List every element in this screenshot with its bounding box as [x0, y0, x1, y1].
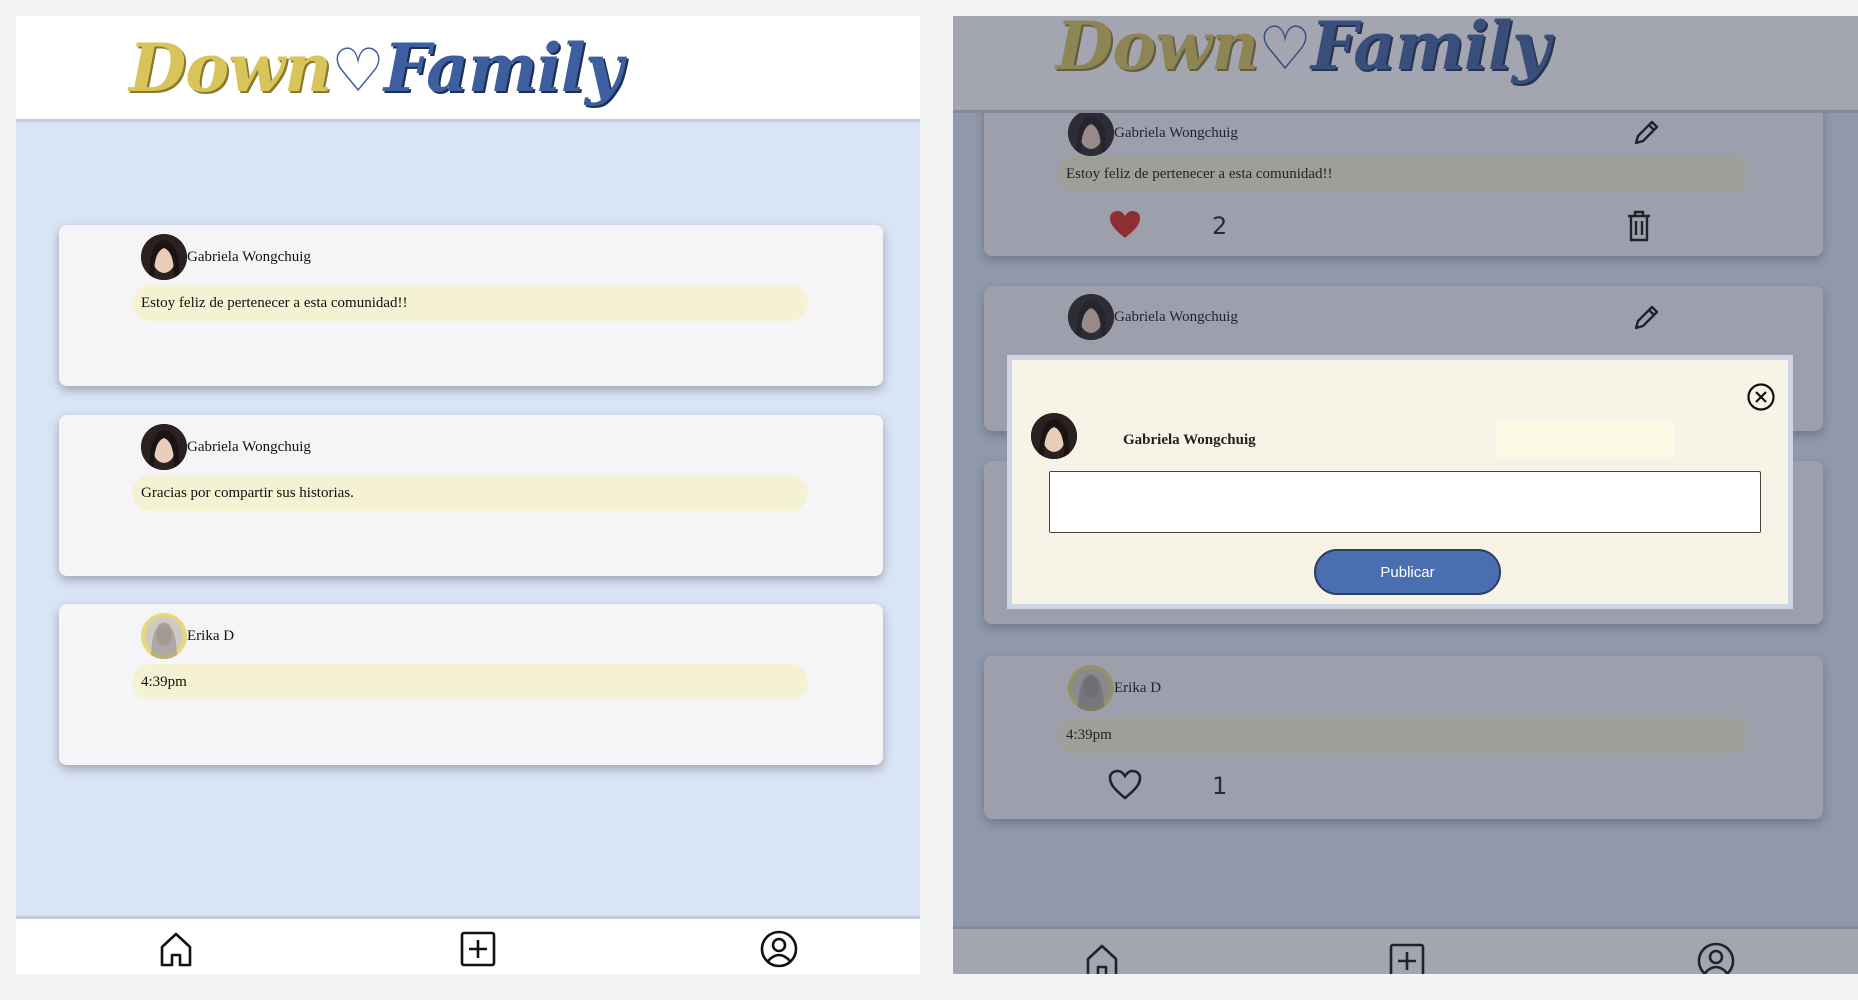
post-author: Gabriela Wongchuig	[141, 234, 311, 280]
add-post-icon[interactable]	[458, 929, 498, 969]
logo-text-family: Family	[383, 29, 623, 107]
feed-screen-with-modal: Down♡Family Gabriela Wongchuig Estoy fel…	[953, 16, 1858, 974]
avatar	[141, 424, 187, 470]
post-card: Erika D 4:39pm	[59, 604, 883, 765]
profile-icon[interactable]	[759, 929, 799, 969]
post-card: Gabriela Wongchuig Estoy feliz de perten…	[59, 225, 883, 386]
author-name: Gabriela Wongchuig	[187, 248, 311, 265]
post-text-input[interactable]	[1049, 471, 1761, 533]
avatar	[141, 234, 187, 280]
publish-button[interactable]: Publicar	[1314, 549, 1501, 595]
modal-author-name: Gabriela Wongchuig	[1123, 432, 1256, 448]
post-card: Gabriela Wongchuig Gracias por compartir…	[59, 415, 883, 576]
avatar	[1031, 413, 1077, 459]
logo: Down♡Family	[129, 18, 623, 118]
post-author: Erika D	[141, 613, 234, 659]
feed-screen: Down♡Family Gabriela Wongchuig Estoy fel…	[16, 16, 920, 974]
logo-heart: ♡	[331, 36, 385, 106]
logo-text-down: Down	[129, 29, 332, 107]
post-option-field[interactable]	[1496, 421, 1674, 457]
post-author: Gabriela Wongchuig	[141, 424, 311, 470]
app-header: Down♡Family	[16, 16, 920, 122]
home-icon[interactable]	[156, 929, 196, 969]
bottom-nav	[16, 916, 920, 974]
edit-post-modal: Gabriela Wongchuig Publicar	[1007, 355, 1793, 609]
close-icon[interactable]	[1746, 382, 1776, 412]
avatar	[141, 613, 187, 659]
post-text: Gracias por compartir sus historias.	[132, 475, 808, 511]
post-text: Estoy feliz de pertenecer a esta comunid…	[132, 285, 808, 321]
post-text: 4:39pm	[132, 664, 808, 700]
author-name: Gabriela Wongchuig	[187, 438, 311, 455]
author-name: Erika D	[187, 627, 235, 644]
